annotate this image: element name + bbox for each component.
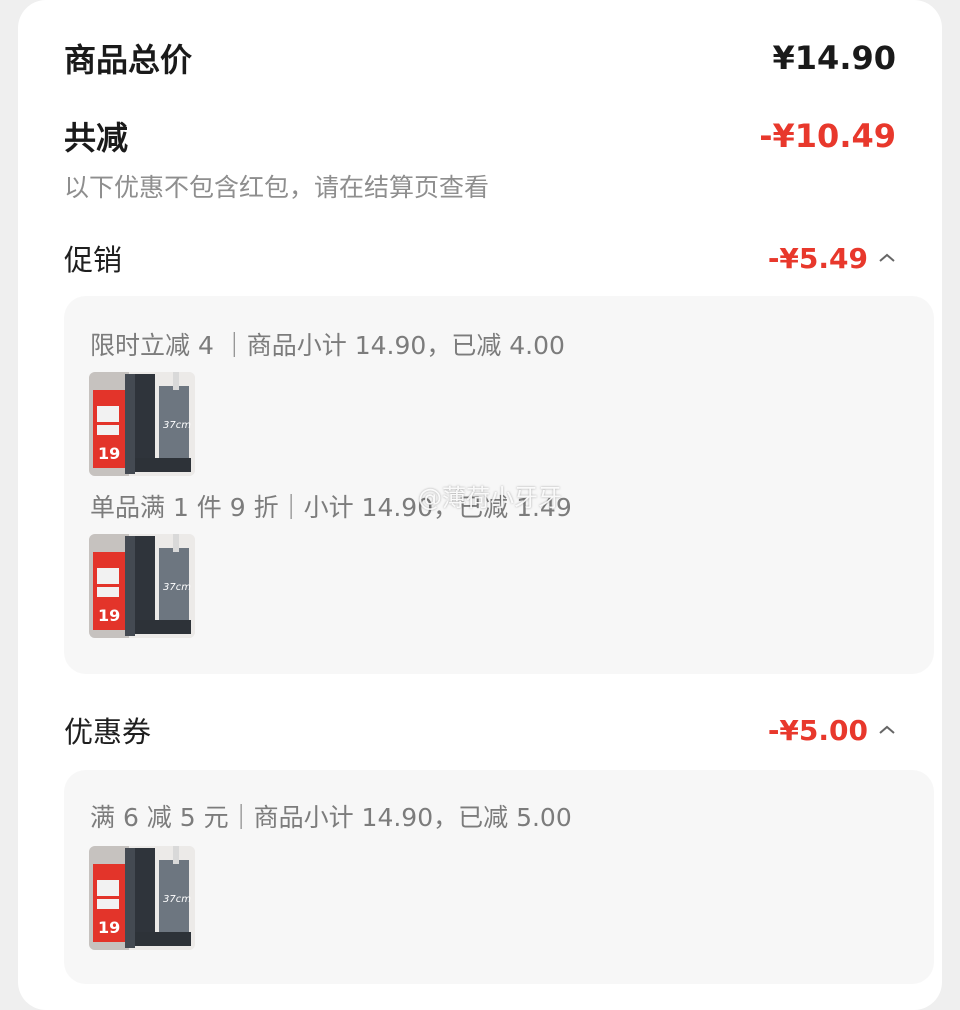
thumb-size-tag: 37cm	[163, 894, 191, 905]
chevron-up-icon[interactable]	[878, 252, 896, 264]
product-mop-image: 19 37cm	[89, 372, 195, 476]
thumb-price-badge: 19	[98, 918, 120, 937]
weibo-watermark: @薄荷小牙牙	[418, 484, 562, 512]
chevron-up-icon[interactable]	[878, 724, 896, 736]
thumb-price-badge: 19	[98, 444, 120, 463]
thumb-size-tag: 37cm	[163, 420, 191, 431]
promo-section-title: 促销	[64, 243, 123, 277]
coupon-section-toggle[interactable]: -¥5.00	[768, 714, 896, 747]
promo-discount-value: -¥5.49	[767, 241, 868, 275]
total-reduce-label: 共减	[64, 119, 129, 157]
redpacket-note: 以下优惠不包含红包，请在结算页查看	[64, 173, 490, 202]
coupon-discount-value: -¥5.00	[767, 713, 868, 747]
product-thumbnail: 19 37cm	[89, 372, 195, 476]
promo-item-text: 限时立减 4 ｜商品小计 14.90，已减 4.00	[90, 331, 565, 360]
thumb-price-badge: 19	[98, 606, 120, 625]
total-price-label: 商品总价	[64, 41, 193, 79]
product-thumbnail: 19 37cm	[89, 534, 195, 638]
coupon-section-title: 优惠券	[64, 715, 152, 749]
coupon-detail-panel: 满 6 减 5 元｜商品小计 14.90，已减 5.00 19 37cm	[64, 770, 934, 984]
coupon-item-text: 满 6 减 5 元｜商品小计 14.90，已减 5.00	[90, 803, 572, 832]
product-mop-image: 19 37cm	[89, 534, 195, 638]
total-price-row: 商品总价 ¥14.90	[64, 34, 896, 82]
product-mop-image: 19 37cm	[89, 846, 195, 950]
total-reduce-row: 共减 -¥10.49	[64, 112, 896, 160]
thumb-size-tag: 37cm	[163, 582, 191, 593]
total-reduce-value: -¥10.49	[759, 117, 896, 155]
coupon-section-header[interactable]: 优惠券 -¥5.00	[64, 708, 896, 752]
promo-section-toggle[interactable]: -¥5.49	[768, 242, 896, 275]
total-price-value: ¥14.90	[772, 39, 896, 77]
product-thumbnail: 19 37cm	[89, 846, 195, 950]
promo-section-header[interactable]: 促销 -¥5.49	[64, 236, 896, 280]
